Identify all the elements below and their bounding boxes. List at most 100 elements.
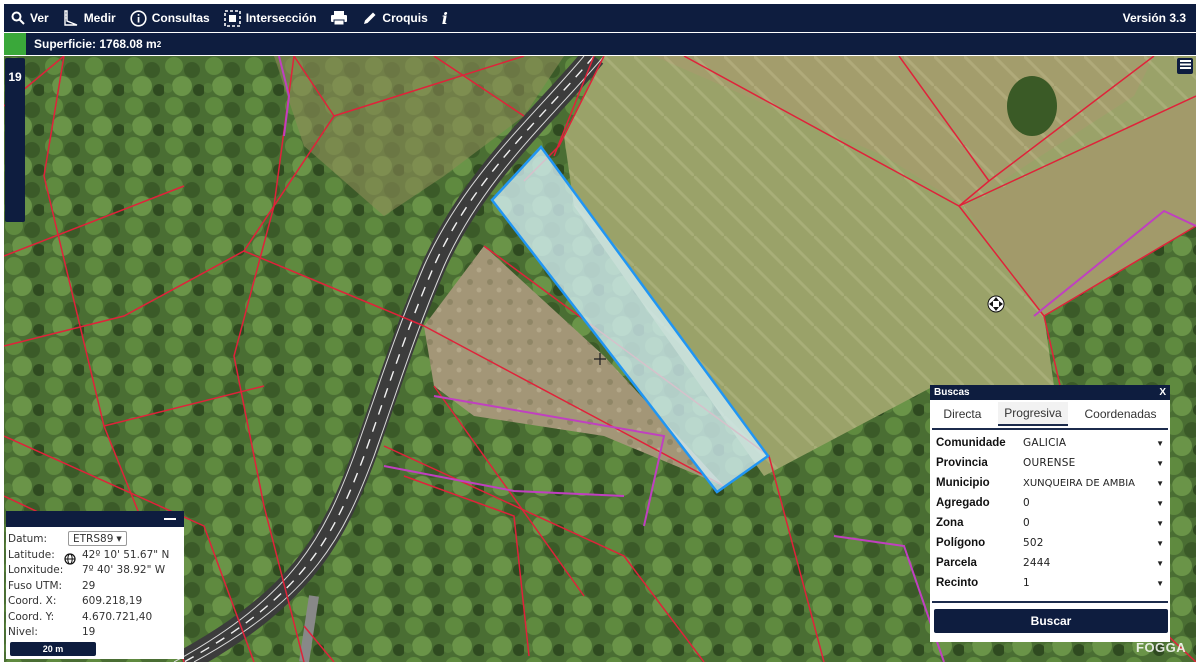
field-value: 2444 <box>1023 557 1051 569</box>
search-fields: Comunidade GALICIA ▼ Provincia OURENSE ▼… <box>930 430 1170 593</box>
ver-label: Ver <box>30 11 49 25</box>
consultas-label: Consultas <box>151 11 210 25</box>
surface-bar: Superficie: 1768.08 m2 <box>4 33 1196 55</box>
field-label: Comunidade <box>936 437 1006 449</box>
search-panel-header: Buscas X <box>930 385 1170 400</box>
about-button[interactable]: i <box>435 4 455 32</box>
coord-row-longitude: Lonxitude: 7º 40' 38.92" W <box>6 563 184 579</box>
field-comunidade[interactable]: Comunidade GALICIA ▼ <box>930 433 1170 453</box>
field-label: Parcela <box>936 557 977 569</box>
buscar-button[interactable]: Buscar <box>934 609 1168 633</box>
coord-row-level: Nivel: 19 <box>6 625 184 641</box>
medir-button[interactable]: Medir <box>56 4 123 32</box>
field-label: Municipio <box>936 477 990 489</box>
watermark-logo: FOGGA <box>1136 640 1187 655</box>
field-label: Polígono <box>936 537 986 549</box>
info-icon: i <box>441 8 448 28</box>
field-zona[interactable]: Zona 0 ▼ <box>930 513 1170 533</box>
layers-button[interactable] <box>1177 58 1193 74</box>
coord-row-utm-zone: Fuso UTM: 29 <box>6 578 184 594</box>
coordinates-panel-header <box>6 511 184 527</box>
pencil-icon <box>362 11 377 26</box>
coord-value: 19 <box>82 626 96 639</box>
field-municipio[interactable]: Municipio XUNQUEIRA DE AMBIA ▼ <box>930 473 1170 493</box>
print-icon <box>330 10 348 26</box>
coord-label: Latitude: <box>8 548 55 561</box>
chevron-down-icon: ▼ <box>1156 538 1164 548</box>
coordinates-panel: Datum: ETRS89 ▼ Latitude: 42º 10' 51.67"… <box>6 511 184 659</box>
coord-label: Fuso UTM: <box>8 579 63 592</box>
surface-color-swatch <box>4 33 26 55</box>
coord-value: 7º 40' 38.92" W <box>82 564 166 577</box>
layers-icon <box>1179 57 1191 75</box>
chevron-down-icon: ▼ <box>1156 438 1164 448</box>
field-value: GALICIA <box>1023 437 1067 449</box>
field-value: XUNQUEIRA DE AMBIA <box>1023 477 1135 489</box>
field-label: Provincia <box>936 457 988 469</box>
field-label: Zona <box>936 517 964 529</box>
coord-value: 4.670.721,40 <box>82 610 153 623</box>
search-tabs: Directa Progresiva Coordenadas <box>932 400 1168 430</box>
datum-value: ETRS89 <box>73 532 114 545</box>
coord-label: Nivel: <box>8 626 38 639</box>
top-toolbar: Ver Medir Consultas Intersección Croquis… <box>4 4 1196 32</box>
coord-label: Coord. X: <box>8 595 57 608</box>
zoom-level-panel[interactable]: 19 <box>5 58 25 222</box>
field-provincia[interactable]: Provincia OURENSE ▼ <box>930 453 1170 473</box>
field-agregado[interactable]: Agregado 0 ▼ <box>930 493 1170 513</box>
coord-row-latitude: Latitude: 42º 10' 51.67" N <box>6 547 184 563</box>
croquis-button[interactable]: Croquis <box>355 4 434 32</box>
chevron-down-icon: ▼ <box>1156 558 1164 568</box>
close-icon[interactable]: X <box>1159 387 1166 398</box>
field-label: Agregado <box>936 497 990 509</box>
field-recinto[interactable]: Recinto 1 ▼ <box>930 573 1170 593</box>
consultas-button[interactable]: Consultas <box>123 4 217 32</box>
field-parcela[interactable]: Parcela 2444 ▼ <box>930 553 1170 573</box>
coord-row-y: Coord. Y: 4.670.721,40 <box>6 609 184 625</box>
datum-select[interactable]: ETRS89 ▼ <box>68 531 127 546</box>
ruler-icon <box>63 10 79 26</box>
chevron-down-icon: ▼ <box>1156 578 1164 588</box>
datum-label: Datum: <box>8 532 48 545</box>
field-label: Recinto <box>936 577 979 589</box>
field-poligono[interactable]: Polígono 502 ▼ <box>930 533 1170 553</box>
interseccion-label: Intersección <box>245 11 317 25</box>
field-value: 0 <box>1023 497 1030 509</box>
search-panel-title: Buscas <box>934 387 970 398</box>
field-value: 1 <box>1023 577 1030 589</box>
globe-icon[interactable] <box>64 553 76 568</box>
chevron-down-icon: ▼ <box>1156 518 1164 528</box>
coord-label: Coord. Y: <box>8 610 55 623</box>
intersection-icon <box>223 9 241 27</box>
surface-unit-exponent: 2 <box>156 39 162 49</box>
ver-button[interactable]: Ver <box>4 4 56 32</box>
coord-label: Lonxitude: <box>8 564 64 577</box>
scale-bar: 20 m <box>10 642 96 656</box>
surface-label: Superficie: 1768.08 m <box>34 37 157 51</box>
chevron-down-icon: ▼ <box>1156 478 1164 488</box>
field-value: 0 <box>1023 517 1030 529</box>
tab-coordenadas[interactable]: Coordenadas <box>1078 403 1162 425</box>
tab-directa[interactable]: Directa <box>937 403 987 425</box>
coord-value: 609.218,19 <box>82 595 143 608</box>
info-circle-icon <box>130 9 147 27</box>
coord-value: 29 <box>82 579 96 592</box>
version-label: Versión 3.3 <box>1122 11 1186 25</box>
chevron-down-icon: ▼ <box>1156 458 1164 468</box>
search-panel: Buscas X Directa Progresiva Coordenadas … <box>930 385 1170 642</box>
minimize-icon[interactable] <box>164 518 176 520</box>
chevron-down-icon: ▼ <box>1156 498 1164 508</box>
divider <box>932 601 1168 603</box>
coord-value: 42º 10' 51.67" N <box>82 548 170 561</box>
interseccion-button[interactable]: Intersección <box>217 4 324 32</box>
medir-label: Medir <box>83 11 116 25</box>
datum-row: Datum: ETRS89 ▼ <box>6 530 184 547</box>
search-icon <box>11 11 25 25</box>
field-value: OURENSE <box>1023 457 1076 469</box>
chevron-down-icon: ▼ <box>116 534 122 543</box>
field-value: 502 <box>1023 537 1044 549</box>
coord-row-x: Coord. X: 609.218,19 <box>6 594 184 610</box>
tab-progresiva[interactable]: Progresiva <box>998 402 1068 426</box>
print-button[interactable] <box>323 4 355 32</box>
croquis-label: Croquis <box>382 11 428 25</box>
